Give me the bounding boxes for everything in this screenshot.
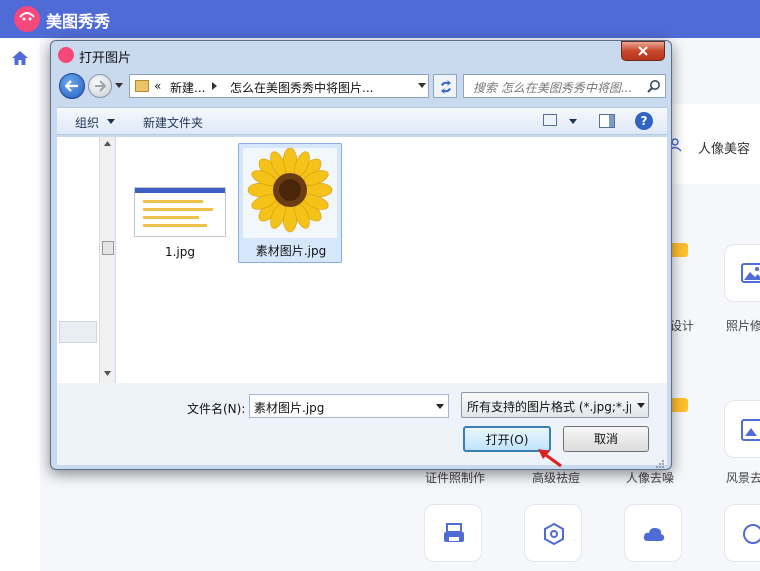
filename-value[interactable]: 素材图片.jpg — [254, 399, 324, 416]
vip-badge — [670, 243, 688, 257]
filename-label: 文件名(N): — [187, 402, 246, 416]
tab-portrait-beauty[interactable]: 人像美容 — [698, 138, 750, 157]
scenery-icon — [741, 419, 760, 441]
scroll-down-icon — [104, 371, 111, 376]
view-dropdown-icon[interactable] — [569, 119, 577, 124]
dialog-footer: 文件名(N): 素材图片.jpg 所有支持的图片格式 (*.jpg;*.jp 打… — [57, 383, 667, 465]
screenshot-thumbnail — [134, 187, 226, 237]
address-bar[interactable]: « 新建... 怎么在美图秀秀中将图片... — [129, 74, 429, 98]
nav-pane-item[interactable] — [59, 321, 97, 343]
breadcrumb-current[interactable]: 怎么在美图秀秀中将图片... — [230, 79, 373, 96]
help-icon[interactable]: ? — [635, 112, 653, 130]
scenery-tool[interactable] — [724, 400, 760, 458]
resize-grip-icon[interactable] — [655, 459, 665, 469]
filetype-dropdown-icon[interactable] — [637, 403, 645, 408]
folder-icon — [135, 80, 149, 92]
navigation-pane[interactable] — [57, 137, 115, 383]
print-tool[interactable] — [424, 504, 482, 562]
search-input[interactable]: 搜索 怎么在美图秀秀中将图... — [473, 79, 643, 96]
dialog-title: 打开图片 — [79, 51, 132, 66]
cloud-tool[interactable] — [624, 504, 682, 562]
scroll-thumb[interactable] — [102, 241, 114, 255]
filetype-select[interactable]: 所有支持的图片格式 (*.jpg;*.jp — [461, 392, 649, 418]
hexagon-icon — [544, 522, 564, 546]
preview-pane-icon[interactable] — [599, 114, 615, 128]
back-button[interactable] — [59, 73, 85, 99]
organize-dropdown-icon[interactable] — [107, 119, 115, 124]
refresh-button[interactable] — [433, 74, 457, 98]
sunflower-thumbnail — [243, 147, 337, 238]
file-name: 素材图片.jpg — [255, 244, 327, 258]
breadcrumb-overflow[interactable]: « — [154, 79, 161, 93]
search-icon[interactable] — [647, 79, 661, 93]
view-tool[interactable] — [724, 504, 760, 562]
meitu-app-icon — [58, 47, 74, 63]
red-arrow-annotation-icon — [538, 449, 562, 468]
address-dropdown-icon[interactable] — [418, 83, 426, 89]
nav-pane-scrollbar[interactable] — [99, 137, 115, 383]
cloud-icon — [643, 527, 665, 541]
change-view-icon[interactable] — [543, 114, 557, 126]
file-list: 1.jpg 素材图片.jpg — [116, 137, 667, 383]
view-icon — [743, 524, 760, 544]
recent-pages-dropdown-icon[interactable] — [115, 83, 123, 89]
tool-label-scenery: 风景去 — [726, 471, 760, 485]
close-button[interactable] — [621, 41, 665, 61]
hexagon-tool[interactable] — [524, 504, 582, 562]
sunflower-image — [247, 147, 333, 233]
filetype-value: 所有支持的图片格式 (*.jpg;*.jp — [467, 400, 631, 414]
breadcrumb-parent[interactable]: 新建... — [170, 79, 205, 96]
navigation-bar: « 新建... 怎么在美图秀秀中将图片... 搜索 怎么在美图秀秀中将图... — [57, 71, 667, 103]
breadcrumb-chevron-icon[interactable] — [212, 82, 217, 90]
arrow-right-icon — [95, 80, 106, 92]
app-title: 美图秀秀 — [46, 12, 111, 31]
tool-label-id-photo: 证件照制作 — [425, 471, 486, 485]
tool-label-design: 设计 — [670, 319, 695, 333]
file-name: 1.jpg — [164, 245, 196, 259]
cancel-button[interactable]: 取消 — [563, 426, 649, 452]
arrow-left-icon — [65, 80, 78, 92]
home-icon[interactable] — [11, 50, 29, 69]
tool-label-photo-repair: 照片修 — [726, 319, 760, 333]
app-sidebar — [0, 38, 40, 571]
scroll-up-icon — [104, 141, 111, 146]
app-header: 美图秀秀 — [0, 0, 760, 38]
image-icon — [741, 263, 760, 283]
dialog-titlebar[interactable]: 打开图片 — [51, 41, 671, 69]
meitu-logo-icon — [14, 6, 40, 32]
open-image-dialog: 打开图片 « 新建... 怎么在美图秀秀中将图片... 搜索 怎么在美图秀秀中将… — [50, 40, 672, 470]
search-box[interactable]: 搜索 怎么在美图秀秀中将图... — [463, 74, 666, 98]
close-icon — [638, 46, 648, 56]
refresh-icon — [441, 80, 451, 94]
filename-dropdown-icon[interactable] — [436, 404, 444, 409]
file-item-1jpg[interactable]: 1.jpg — [128, 147, 232, 267]
tool-label-acne: 高级祛痘 — [532, 471, 581, 485]
tool-label-denoise: 人像去噪 — [626, 471, 675, 485]
command-toolbar: 组织 新建文件夹 ? — [57, 107, 667, 135]
organize-menu[interactable]: 组织 — [75, 114, 99, 131]
file-item-sucai-jpg[interactable]: 素材图片.jpg — [238, 143, 342, 263]
vip-badge — [670, 398, 688, 412]
new-folder-button[interactable]: 新建文件夹 — [143, 114, 203, 131]
filename-field[interactable]: 素材图片.jpg — [249, 394, 449, 418]
photo-repair-tool[interactable] — [724, 244, 760, 302]
forward-button[interactable] — [88, 74, 112, 98]
printer-icon — [444, 523, 464, 542]
